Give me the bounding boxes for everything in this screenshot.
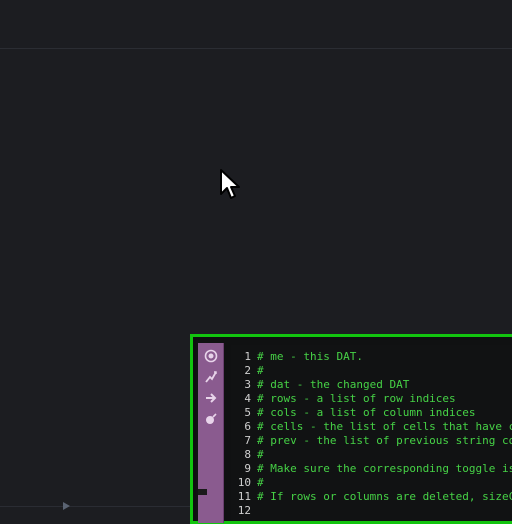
code-editor[interactable]: 1 # me - this DAT. 2 # 3 # dat - the change…: [231, 345, 512, 521]
toolbar-handle: [198, 489, 207, 495]
line-number: 6: [244, 420, 251, 433]
line-text: # prev - the list of previous string co: [257, 434, 512, 447]
viewer-toggle-icon[interactable]: [201, 346, 220, 365]
network-editor-canvas[interactable]: 1 # me - this DAT. 2 # 3 # dat - the change…: [0, 0, 512, 524]
line-text: # me - this DAT.: [257, 350, 363, 363]
line-text: #: [257, 364, 264, 377]
line-number: 2: [244, 364, 251, 377]
mouse-cursor-icon: [220, 169, 240, 199]
line-number: 8: [244, 448, 251, 461]
line-number: 7: [244, 434, 251, 447]
line-text: #: [257, 448, 264, 461]
bypass-icon[interactable]: [201, 367, 220, 386]
node-toolbar: [198, 343, 224, 523]
export-arrow-icon[interactable]: [201, 388, 220, 407]
line-text: # rows - a list of row indices: [257, 392, 456, 405]
cook-icon[interactable]: [201, 409, 220, 428]
timeline-line: [0, 506, 190, 507]
line-number: 11: [237, 490, 251, 503]
canvas-divider: [0, 48, 512, 49]
timeline-marker-icon[interactable]: [63, 502, 70, 510]
line-number: 4: [244, 392, 251, 405]
text-dat-node[interactable]: 1 # me - this DAT. 2 # 3 # dat - the change…: [190, 334, 512, 524]
line-text: # cells - the list of cells that have ch: [257, 420, 512, 433]
line-number: 1: [244, 350, 251, 363]
line-number: 9: [244, 462, 251, 475]
line-number: 12: [237, 504, 251, 517]
line-text: # dat - the changed DAT: [257, 378, 410, 391]
line-text: #: [257, 476, 264, 489]
line-number: 3: [244, 378, 251, 391]
line-text: # cols - a list of column indices: [257, 406, 476, 419]
line-text: # If rows or columns are deleted, sizeC: [257, 490, 512, 503]
line-text: # Make sure the corresponding toggle is: [257, 462, 512, 475]
line-number: 10: [237, 476, 251, 489]
line-number: 5: [244, 406, 251, 419]
